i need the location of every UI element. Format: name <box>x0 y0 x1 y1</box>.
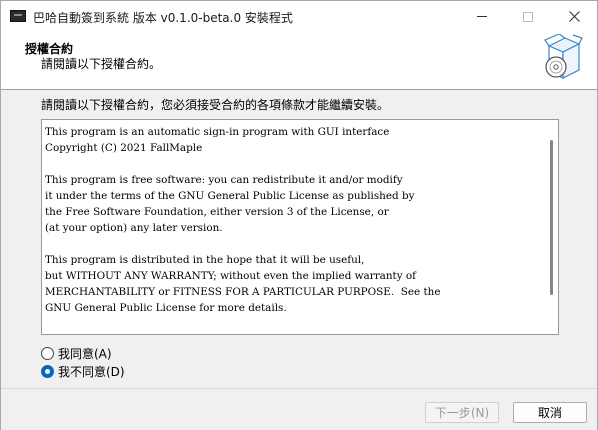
page-subtitle: 請閱讀以下授權合約。 <box>41 57 162 71</box>
decline-option[interactable]: 我不同意(D) <box>41 363 125 380</box>
maximize-icon <box>523 11 533 22</box>
page-header: 授權合約 請閱讀以下授權合約。 <box>1 32 597 90</box>
decline-radio[interactable] <box>41 365 54 378</box>
close-icon <box>568 11 580 22</box>
close-button[interactable] <box>551 1 597 32</box>
button-bar: 下一步(N) 取消 <box>1 388 597 430</box>
accept-option[interactable]: 我同意(A) <box>41 345 112 362</box>
installer-window: 巴哈自動簽到系統 版本 v0.1.0-beta.0 安裝程式 授權合約 請閱讀以… <box>0 0 598 430</box>
next-button[interactable]: 下一步(N) <box>425 402 499 423</box>
maximize-button <box>505 1 551 32</box>
license-scrollbar[interactable] <box>546 120 558 334</box>
accept-label[interactable]: 我同意(A) <box>58 345 112 362</box>
app-icon <box>10 10 26 22</box>
license-text: This program is an automatic sign-in pro… <box>45 126 441 314</box>
instruction-text: 請閱讀以下授權合約，您必須接受合約的各項條款才能繼續安裝。 <box>41 98 390 112</box>
minimize-icon <box>477 16 487 17</box>
window-title: 巴哈自動簽到系統 版本 v0.1.0-beta.0 安裝程式 <box>33 11 293 25</box>
scrollbar-thumb[interactable] <box>550 140 553 295</box>
decline-label[interactable]: 我不同意(D) <box>58 363 125 380</box>
title-bar[interactable]: 巴哈自動簽到系統 版本 v0.1.0-beta.0 安裝程式 <box>1 1 597 32</box>
accept-radio[interactable] <box>41 347 54 360</box>
minimize-button[interactable] <box>459 1 505 32</box>
install-box-disc-icon <box>544 34 583 79</box>
cancel-button[interactable]: 取消 <box>513 402 587 423</box>
license-textbox[interactable]: This program is an automatic sign-in pro… <box>41 119 559 335</box>
